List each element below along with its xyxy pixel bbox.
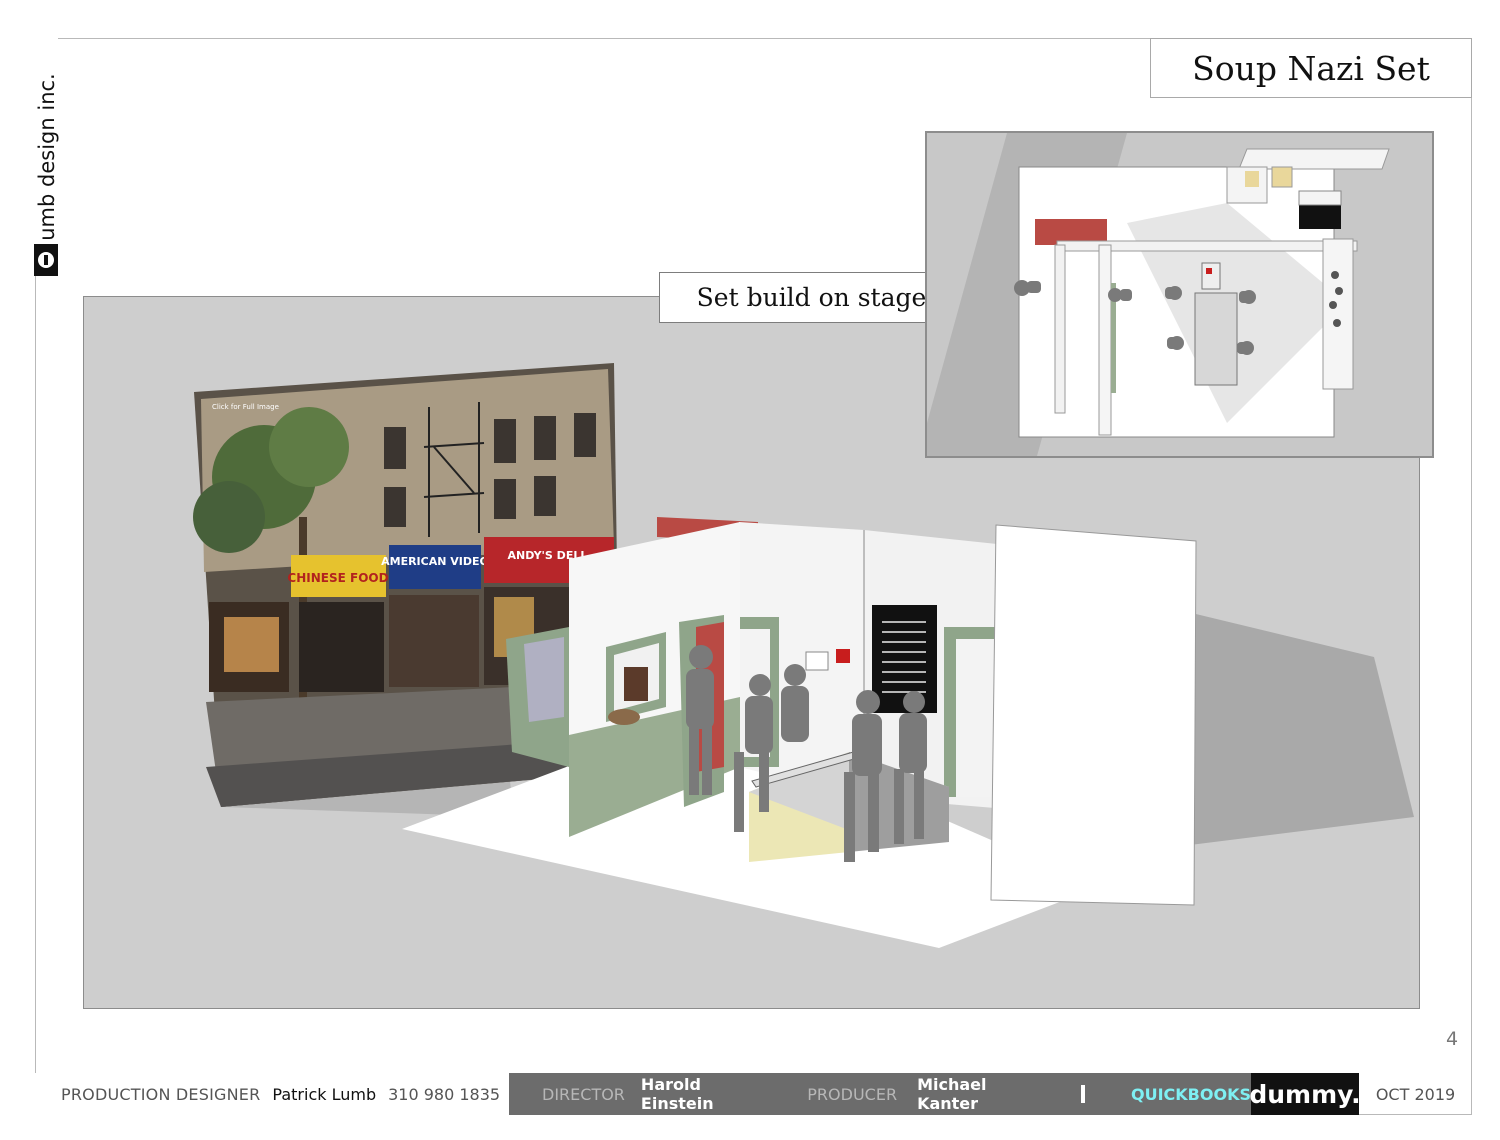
footer-separator (1081, 1085, 1085, 1103)
brand-name: umb design inc. (35, 73, 59, 241)
footer-bar: PRODUCTION DESIGNER Patrick Lumb 310 980… (35, 1073, 1472, 1115)
production-designer-name: Patrick Lumb (272, 1084, 377, 1104)
producer-name: Michael Kanter (917, 1075, 987, 1113)
stage-label: Set build on stage (659, 272, 964, 323)
producer-label: PRODUCER (807, 1084, 898, 1104)
designer-phone: 310 980 1835 (388, 1084, 501, 1104)
plan-counter (1194, 292, 1238, 386)
director-label: DIRECTOR (542, 1084, 625, 1104)
brand-strip: umb design inc. (34, 38, 59, 276)
american-video-sign: AMERICAN VIDEO (381, 555, 489, 568)
page-title: Soup Nazi Set (1150, 38, 1472, 98)
production-designer-label: PRODUCTION DESIGNER (61, 1084, 261, 1104)
agency-logo: dummy. (1249, 1073, 1361, 1115)
set-plan-render (927, 133, 1390, 456)
director-name: Harold Einstein (640, 1075, 714, 1113)
click-for-full-image: Click for Full Image (212, 403, 279, 411)
footer-designer-section: PRODUCTION DESIGNER Patrick Lumb 310 980… (35, 1073, 509, 1115)
chinese-food-sign: CHINESE FOOD (287, 571, 388, 585)
page-number: 4 (1446, 1028, 1459, 1050)
front-wall-right (990, 524, 1197, 906)
client-name: QUICKBOOKS (1130, 1084, 1251, 1104)
lumb-logo-icon (34, 244, 58, 276)
top-view-panel (925, 131, 1434, 458)
footer-credits-section: DIRECTOR Harold Einstein PRODUCER Michae… (509, 1073, 1251, 1115)
footer-date: OCT 2019 (1375, 1084, 1456, 1104)
